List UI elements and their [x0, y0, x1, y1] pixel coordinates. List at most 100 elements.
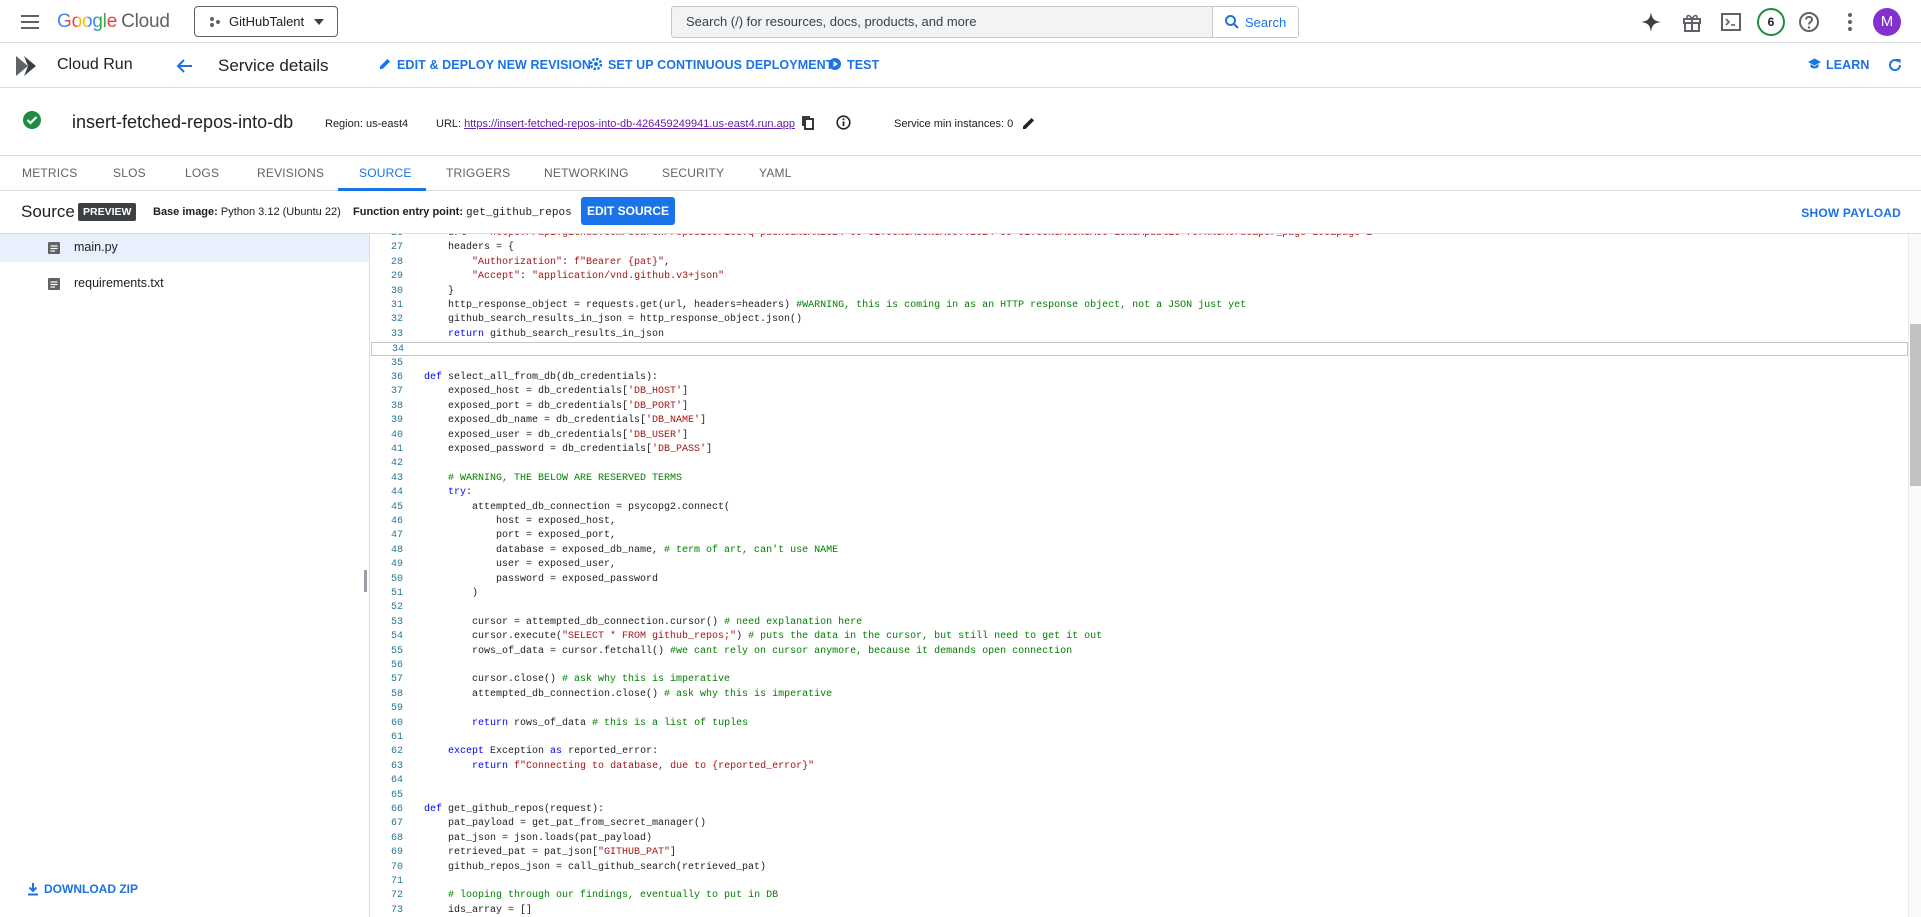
continuous-deployment-button[interactable]: SET UP CONTINUOUS DEPLOYMENT [589, 57, 834, 72]
code-line[interactable]: 38 exposed_port = db_credentials['DB_POR… [371, 400, 1908, 414]
play-circle-icon [829, 58, 841, 70]
code-line[interactable]: 65 [371, 789, 1908, 803]
code-line[interactable]: 66 def get_github_repos(request): [371, 803, 1908, 817]
code-line[interactable]: 67 pat_payload = get_pat_from_secret_man… [371, 817, 1908, 831]
code-line[interactable]: 50 password = exposed_password [371, 573, 1908, 587]
code-line[interactable]: 45 attempted_db_connection = psycopg2.co… [371, 501, 1908, 515]
code-text: def get_github_repos(request): [424, 804, 605, 815]
code-line[interactable]: 48 database = exposed_db_name, # term of… [371, 544, 1908, 558]
info-icon[interactable] [836, 115, 851, 130]
code-line[interactable]: 31 http_response_object = requests.get(u… [371, 299, 1908, 313]
more-vert-icon[interactable] [1839, 11, 1861, 33]
code-line[interactable]: 43 # WARNING, THE BELOW ARE RESERVED TER… [371, 472, 1908, 486]
edit-pencil-icon[interactable] [1022, 116, 1036, 130]
line-number: 42 [390, 458, 403, 470]
code-line[interactable]: 33 return github_search_results_in_json [371, 328, 1908, 342]
pane-resize-handle[interactable] [364, 570, 367, 592]
tab-metrics[interactable]: METRICS [22, 166, 77, 180]
code-text: return f"Connecting to database, due to … [472, 760, 815, 772]
test-button[interactable]: TEST [829, 58, 879, 72]
code-line[interactable]: 44 try: [371, 486, 1908, 500]
code-line[interactable]: 34 [371, 342, 1908, 357]
code-line[interactable]: 51 ) [371, 587, 1908, 601]
code-line[interactable]: 47 port = exposed_port, [371, 529, 1908, 543]
editor-scrollbar[interactable] [1908, 234, 1921, 917]
code-line[interactable]: 39 exposed_db_name = db_credentials['DB_… [371, 414, 1908, 428]
code-line[interactable]: 29 "Accept": "application/vnd.github.v3+… [371, 270, 1908, 284]
gift-icon[interactable] [1681, 11, 1703, 33]
code-line[interactable]: 64 [371, 774, 1908, 788]
download-zip-button[interactable]: DOWNLOAD ZIP [26, 882, 138, 896]
url-label: URL: [436, 118, 462, 130]
code-line[interactable]: 42 [371, 457, 1908, 471]
code-line[interactable]: 26 url = "https://api.github.com/search/… [371, 234, 1908, 241]
tab-logs[interactable]: LOGS [185, 166, 219, 180]
code-line[interactable]: 71 [371, 875, 1908, 889]
code-line[interactable]: 55 rows_of_data = cursor.fetchall() #we … [371, 645, 1908, 659]
project-picker[interactable]: GitHubTalent [194, 6, 338, 37]
tab-security[interactable]: SECURITY [662, 166, 724, 180]
code-line[interactable]: 52 [371, 601, 1908, 615]
code-line[interactable]: 32 github_search_results_in_json = http_… [371, 313, 1908, 327]
code-line[interactable]: 41 exposed_password = db_credentials['DB… [371, 443, 1908, 457]
edit-deploy-button[interactable]: EDIT & DEPLOY NEW REVISION [380, 58, 591, 72]
search-button[interactable]: Search [1212, 7, 1298, 37]
tab-triggers[interactable]: TRIGGERS [446, 166, 510, 180]
code-editor[interactable]: 26 url = "https://api.github.com/search/… [371, 234, 1908, 917]
copy-icon[interactable] [801, 115, 815, 131]
product-name[interactable]: Cloud Run [57, 56, 133, 74]
notifications-badge[interactable]: 6 [1757, 8, 1785, 36]
file-item-requirements-txt[interactable]: requirements.txt [0, 270, 369, 298]
back-arrow-icon[interactable] [176, 57, 194, 75]
code-line[interactable]: 37 exposed_host = db_credentials['DB_HOS… [371, 385, 1908, 399]
code-line[interactable]: 46 host = exposed_host, [371, 515, 1908, 529]
page-title: Service details [218, 56, 329, 75]
code-line[interactable]: 40 exposed_user = db_credentials['DB_USE… [371, 429, 1908, 443]
code-line[interactable]: 57 cursor.close() # ask why this is impe… [371, 673, 1908, 687]
code-line[interactable]: 62 except Exception as reported_error: [371, 745, 1908, 759]
search-input[interactable] [686, 14, 1206, 29]
code-line[interactable]: 63 return f"Connecting to database, due … [371, 760, 1908, 774]
file-item-main-py[interactable]: main.py [0, 234, 369, 262]
avatar[interactable]: M [1873, 8, 1901, 36]
code-line[interactable]: 28 "Authorization": f"Bearer {pat}", [371, 256, 1908, 270]
learn-button[interactable]: LEARN [1808, 58, 1870, 72]
tab-networking[interactable]: NETWORKING [544, 166, 629, 180]
code-line[interactable]: 69 retrieved_pat = pat_json["GITHUB_PAT"… [371, 846, 1908, 860]
code-line[interactable]: 60 return rows_of_data # this is a list … [371, 717, 1908, 731]
code-text: def select_all_from_db(db_credentials): [424, 372, 659, 383]
service-url-link[interactable]: https://insert-fetched-repos-into-db-426… [464, 118, 795, 130]
code-line[interactable]: 58 attempted_db_connection.close() # ask… [371, 688, 1908, 702]
tab-slos[interactable]: SLOS [113, 166, 146, 180]
code-line[interactable]: 36 def select_all_from_db(db_credentials)… [371, 371, 1908, 385]
code-line[interactable]: 70 github_repos_json = call_github_searc… [371, 861, 1908, 875]
gemini-sparkle-icon[interactable] [1640, 11, 1662, 33]
code-text: rows_of_data = cursor.fetchall() #we can… [424, 645, 1073, 657]
line-number: 70 [390, 861, 403, 873]
code-line[interactable]: 27 headers = { [371, 241, 1908, 255]
tab-yaml[interactable]: YAML [759, 166, 792, 180]
main-menu-icon[interactable] [18, 11, 42, 31]
code-line[interactable]: 73 ids_array = [] [371, 904, 1908, 917]
code-line[interactable]: 30 } [371, 285, 1908, 299]
line-number: 29 [390, 271, 403, 283]
code-line[interactable]: 59 [371, 702, 1908, 716]
code-line[interactable]: 54 cursor.execute("SELECT * FROM github_… [371, 630, 1908, 644]
show-payload-button[interactable]: SHOW PAYLOAD [1801, 206, 1901, 220]
refresh-icon[interactable] [1887, 57, 1903, 73]
code-line[interactable]: 72 # looping through our findings, event… [371, 889, 1908, 903]
google-cloud-logo[interactable]: Google Cloud [57, 11, 170, 33]
code-line[interactable]: 68 pat_json = json.loads(pat_payload) [371, 832, 1908, 846]
cloud-shell-icon[interactable] [1720, 11, 1742, 33]
code-line[interactable]: 35 [371, 357, 1908, 371]
help-icon[interactable] [1798, 11, 1820, 33]
code-line[interactable]: 49 user = exposed_user, [371, 558, 1908, 572]
scrollbar-thumb[interactable] [1910, 324, 1921, 486]
code-text: exposed_password = db_credentials['DB_PA… [424, 444, 713, 455]
code-line[interactable]: 53 cursor = attempted_db_connection.curs… [371, 616, 1908, 630]
edit-source-button[interactable]: EDIT SOURCE [581, 197, 675, 225]
code-line[interactable]: 56 [371, 659, 1908, 673]
tab-revisions[interactable]: REVISIONS [257, 166, 324, 180]
tab-source[interactable]: SOURCE [359, 166, 412, 180]
code-line[interactable]: 61 [371, 731, 1908, 745]
